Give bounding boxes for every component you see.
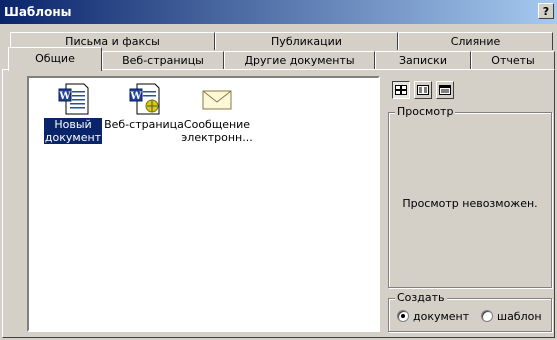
template-label: Новый документ xyxy=(42,117,104,145)
tab-general[interactable]: Общие xyxy=(8,47,102,71)
help-button[interactable]: ? xyxy=(538,3,554,19)
create-title: Создать xyxy=(395,291,447,304)
word-document-icon: W xyxy=(58,83,89,115)
large-icons-view-button[interactable] xyxy=(392,81,410,99)
envelope-icon xyxy=(202,90,232,110)
radio-selected-dot xyxy=(401,314,405,318)
template-item-new-document[interactable]: W Новый документ xyxy=(35,83,111,145)
svg-text:W: W xyxy=(129,91,142,102)
tab-label: Публикации xyxy=(271,35,342,48)
template-list[interactable]: W Новый документ W Веб-страница Сообщени… xyxy=(27,76,380,332)
tab-publications[interactable]: Публикации xyxy=(215,32,398,50)
template-label: Сообщение электронн... xyxy=(181,118,253,144)
preview-group: Просмотр Просмотр невозможен. xyxy=(388,105,552,288)
details-view-button[interactable] xyxy=(436,81,454,99)
template-label: Веб-страница xyxy=(104,118,184,131)
tab-other-documents[interactable]: Другие документы xyxy=(224,51,375,71)
tab-notes[interactable]: Записки xyxy=(375,51,471,71)
window-title: Шаблоны xyxy=(4,5,72,19)
details-view-icon xyxy=(439,85,451,95)
tab-reports[interactable]: Отчеты xyxy=(471,51,555,71)
list-view-icon xyxy=(417,85,429,95)
preview-message: Просмотр невозможен. xyxy=(402,197,538,210)
tab-label: Веб-страницы xyxy=(122,54,204,67)
create-document-radio[interactable] xyxy=(397,310,409,322)
template-item-web-page[interactable]: W Веб-страница xyxy=(103,83,185,131)
template-item-email-message[interactable]: Сообщение электронн... xyxy=(177,83,257,144)
large-icons-view-icon xyxy=(395,85,407,95)
list-view-button[interactable] xyxy=(414,81,432,99)
create-template-label[interactable]: шаблон xyxy=(497,310,542,323)
tab-label: Записки xyxy=(399,54,447,67)
tab-label: Отчеты xyxy=(491,54,535,67)
svg-text:W: W xyxy=(58,91,71,102)
tab-mail-merge[interactable]: Слияние xyxy=(398,32,553,50)
tab-web-pages[interactable]: Веб-страницы xyxy=(102,51,224,71)
preview-title: Просмотр xyxy=(395,105,456,118)
tab-label: Другие документы xyxy=(244,54,355,67)
tab-label: Общие xyxy=(35,52,75,65)
title-bar: Шаблоны ? xyxy=(0,0,557,24)
create-template-radio[interactable] xyxy=(481,310,493,322)
word-web-page-icon: W xyxy=(129,83,160,115)
tab-label: Слияние xyxy=(450,35,501,48)
create-group: Создать документ шаблон xyxy=(388,291,552,332)
create-document-label[interactable]: документ xyxy=(413,310,469,323)
